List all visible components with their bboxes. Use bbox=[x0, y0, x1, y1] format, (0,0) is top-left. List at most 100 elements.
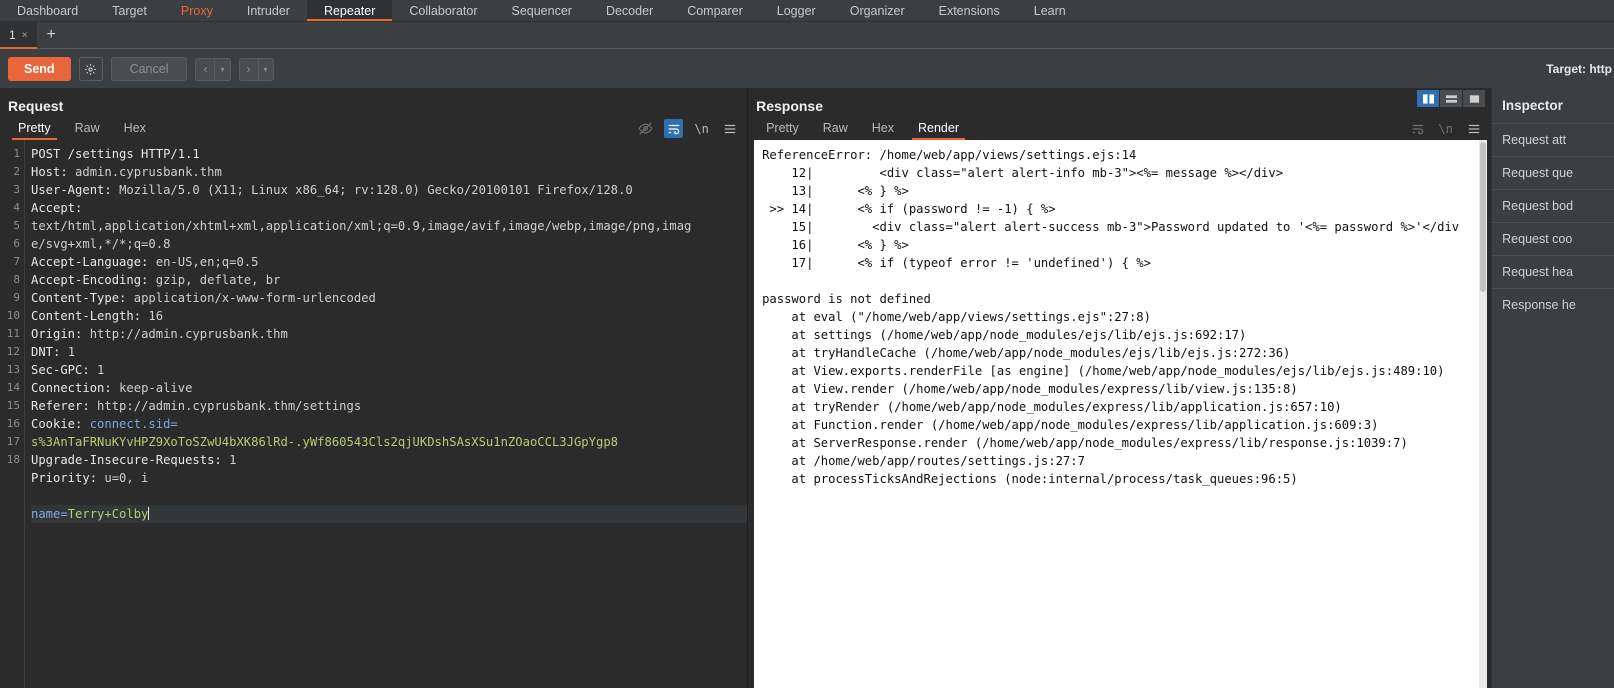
request-line: Accept: bbox=[31, 199, 747, 217]
repeater-tab-1[interactable]: 1 × bbox=[0, 22, 37, 49]
back-button[interactable]: ‹ ▾ bbox=[195, 57, 231, 81]
main-tab-extensions[interactable]: Extensions bbox=[922, 0, 1017, 21]
split-vertical-icon[interactable] bbox=[1417, 90, 1440, 107]
scrollbar-thumb[interactable] bbox=[1480, 142, 1487, 292]
forward-button[interactable]: › ▾ bbox=[238, 57, 274, 81]
request-line: Referer: http://admin.cyprusbank.thm/set… bbox=[31, 397, 747, 415]
line-number: 16 bbox=[6, 417, 20, 430]
response-tab-hex[interactable]: Hex bbox=[860, 116, 906, 140]
word-wrap-icon[interactable] bbox=[664, 119, 684, 138]
main-tab-dashboard[interactable]: Dashboard bbox=[0, 0, 95, 21]
target-label: Target: http bbox=[1546, 62, 1612, 76]
main-tab-sequencer[interactable]: Sequencer bbox=[494, 0, 588, 21]
line-number: 8 bbox=[13, 273, 20, 286]
burp-suite-window: Dashboard Target Proxy Intruder Repeater Coll… bbox=[0, 0, 1614, 688]
main-tab-logger[interactable]: Logger bbox=[760, 0, 833, 21]
main-tab-repeater[interactable]: Repeater bbox=[306, 0, 393, 21]
main-tab-target[interactable]: Target bbox=[95, 0, 164, 21]
response-line: at settings (/home/web/app/node_modules/… bbox=[762, 328, 1247, 342]
code-token: POST /settings HTTP/1.1 bbox=[31, 147, 200, 161]
code-token: Accept: bbox=[31, 201, 83, 215]
action-toolbar: Send Cancel ‹ ▾ › ▾ Target: http bbox=[0, 49, 1614, 90]
response-line: 16| <% } %> bbox=[762, 238, 909, 252]
add-tab-button[interactable]: + bbox=[37, 22, 66, 48]
response-line: password is not defined bbox=[762, 292, 931, 306]
main-tab-proxy[interactable]: Proxy bbox=[164, 0, 230, 21]
request-line: s%3AnTaFRNuKYvHPZ9XoToSZwU4bXK86lRd-.yWf… bbox=[31, 433, 747, 451]
code-token: Priority: bbox=[31, 471, 105, 485]
main-tab-learn[interactable]: Learn bbox=[1017, 0, 1083, 21]
main-tab-decoder[interactable]: Decoder bbox=[589, 0, 670, 21]
response-tab-raw[interactable]: Raw bbox=[811, 116, 860, 140]
inspector-item-4[interactable]: Request hea bbox=[1492, 255, 1614, 288]
code-token: keep-alive bbox=[119, 381, 193, 395]
line-number: 11 bbox=[6, 327, 20, 340]
main-tab-label: Target bbox=[112, 3, 147, 18]
request-tab-pretty[interactable]: Pretty bbox=[6, 116, 63, 140]
word-wrap-icon[interactable] bbox=[1408, 119, 1427, 138]
response-tab-pretty[interactable]: Pretty bbox=[754, 116, 811, 140]
request-title: Request bbox=[8, 98, 64, 114]
request-tab-hex[interactable]: Hex bbox=[112, 116, 158, 140]
single-pane-icon[interactable] bbox=[1463, 90, 1486, 107]
menu-icon[interactable] bbox=[720, 119, 739, 138]
eye-off-icon[interactable] bbox=[636, 119, 655, 138]
request-line-numbers: 1 2 3 4 5 6 7 8 9 10 11 12 13 14 15 16 17 18 bbox=[0, 140, 25, 688]
split-horizontal-icon[interactable] bbox=[1440, 90, 1463, 107]
code-token: Host: bbox=[31, 165, 76, 179]
inspector-item-2[interactable]: Request bod bbox=[1492, 189, 1614, 222]
code-token: Referer: bbox=[31, 399, 98, 413]
request-line: Accept-Encoding: gzip, deflate, br bbox=[31, 271, 747, 289]
inspector-item-5[interactable]: Response he bbox=[1492, 288, 1614, 321]
close-icon[interactable]: × bbox=[22, 30, 28, 41]
gear-icon[interactable] bbox=[78, 57, 103, 81]
menu-icon[interactable] bbox=[1464, 119, 1483, 138]
line-number: 2 bbox=[13, 165, 20, 178]
response-tab-render[interactable]: Render bbox=[906, 116, 971, 140]
request-tab-raw[interactable]: Raw bbox=[63, 116, 112, 140]
code-token: e/svg+xml,*/*;q=0.8 bbox=[31, 237, 171, 251]
code-token: u=0, i bbox=[104, 471, 149, 485]
inspector-item-3[interactable]: Request coo bbox=[1492, 222, 1614, 255]
code-token: 1 bbox=[67, 345, 76, 359]
inspector-item-1[interactable]: Request que bbox=[1492, 156, 1614, 189]
main-tab-intruder[interactable]: Intruder bbox=[230, 0, 307, 21]
response-line bbox=[762, 272, 1487, 290]
response-line: >> 14| <% if (password != -1) { %> bbox=[762, 202, 1056, 216]
line-number: 14 bbox=[6, 381, 20, 394]
inspector-item-0[interactable]: Request att bbox=[1492, 123, 1614, 156]
layout-buttons bbox=[1417, 90, 1486, 107]
main-tab-comparer[interactable]: Comparer bbox=[670, 0, 760, 21]
send-button[interactable]: Send bbox=[8, 57, 71, 81]
request-line: POST /settings HTTP/1.1 bbox=[31, 145, 747, 163]
line-number: 1 bbox=[13, 147, 20, 160]
code-token: http://admin.cyprusbank.thm bbox=[89, 327, 288, 341]
code-token: name= bbox=[31, 507, 68, 521]
request-editor[interactable]: 1 2 3 4 5 6 7 8 9 10 11 12 13 14 15 16 17 18 POST /settin… bbox=[0, 140, 748, 688]
newline-icon[interactable]: \n bbox=[1436, 119, 1455, 138]
request-view-tabs: Pretty Raw Hex \n bbox=[0, 114, 747, 140]
main-tab-label: Dashboard bbox=[17, 3, 79, 18]
inspector-title: Inspector bbox=[1502, 98, 1563, 113]
main-tab-organizer[interactable]: Organizer bbox=[833, 0, 922, 21]
main-tab-label: Extensions bbox=[938, 3, 1000, 18]
request-line: User-Agent: Mozilla/5.0 (X11; Linux x86_… bbox=[31, 181, 747, 199]
request-body-text[interactable]: POST /settings HTTP/1.1 Host: admin.cypru… bbox=[25, 140, 748, 688]
request-line: e/svg+xml,*/*;q=0.8 bbox=[31, 235, 747, 253]
code-token: s%3AnTaFRNuKYvHPZ9XoToSZwU4bXK86lRd-.yWf… bbox=[31, 435, 618, 449]
code-token: Terry+Colby bbox=[67, 507, 149, 521]
newline-icon[interactable]: \n bbox=[692, 119, 711, 138]
main-tab-label: Repeater bbox=[323, 3, 376, 18]
chevron-down-icon: ▾ bbox=[263, 64, 268, 74]
code-token: Connection: bbox=[31, 381, 120, 395]
code-token: DNT: bbox=[31, 345, 68, 359]
response-scrollbar[interactable] bbox=[1479, 140, 1488, 688]
cancel-button[interactable]: Cancel bbox=[110, 57, 188, 81]
code-token: en-US,en;q=0.5 bbox=[155, 255, 259, 269]
line-number: 10 bbox=[6, 309, 20, 322]
main-tab-collaborator[interactable]: Collaborator bbox=[392, 0, 494, 21]
code-token: Content-Type: bbox=[31, 291, 134, 305]
response-title: Response bbox=[756, 98, 823, 114]
response-line: 12| <div class="alert alert-info mb-3"><… bbox=[762, 166, 1284, 180]
response-editor[interactable]: ReferenceError: /home/web/app/views/sett… bbox=[748, 140, 1491, 688]
